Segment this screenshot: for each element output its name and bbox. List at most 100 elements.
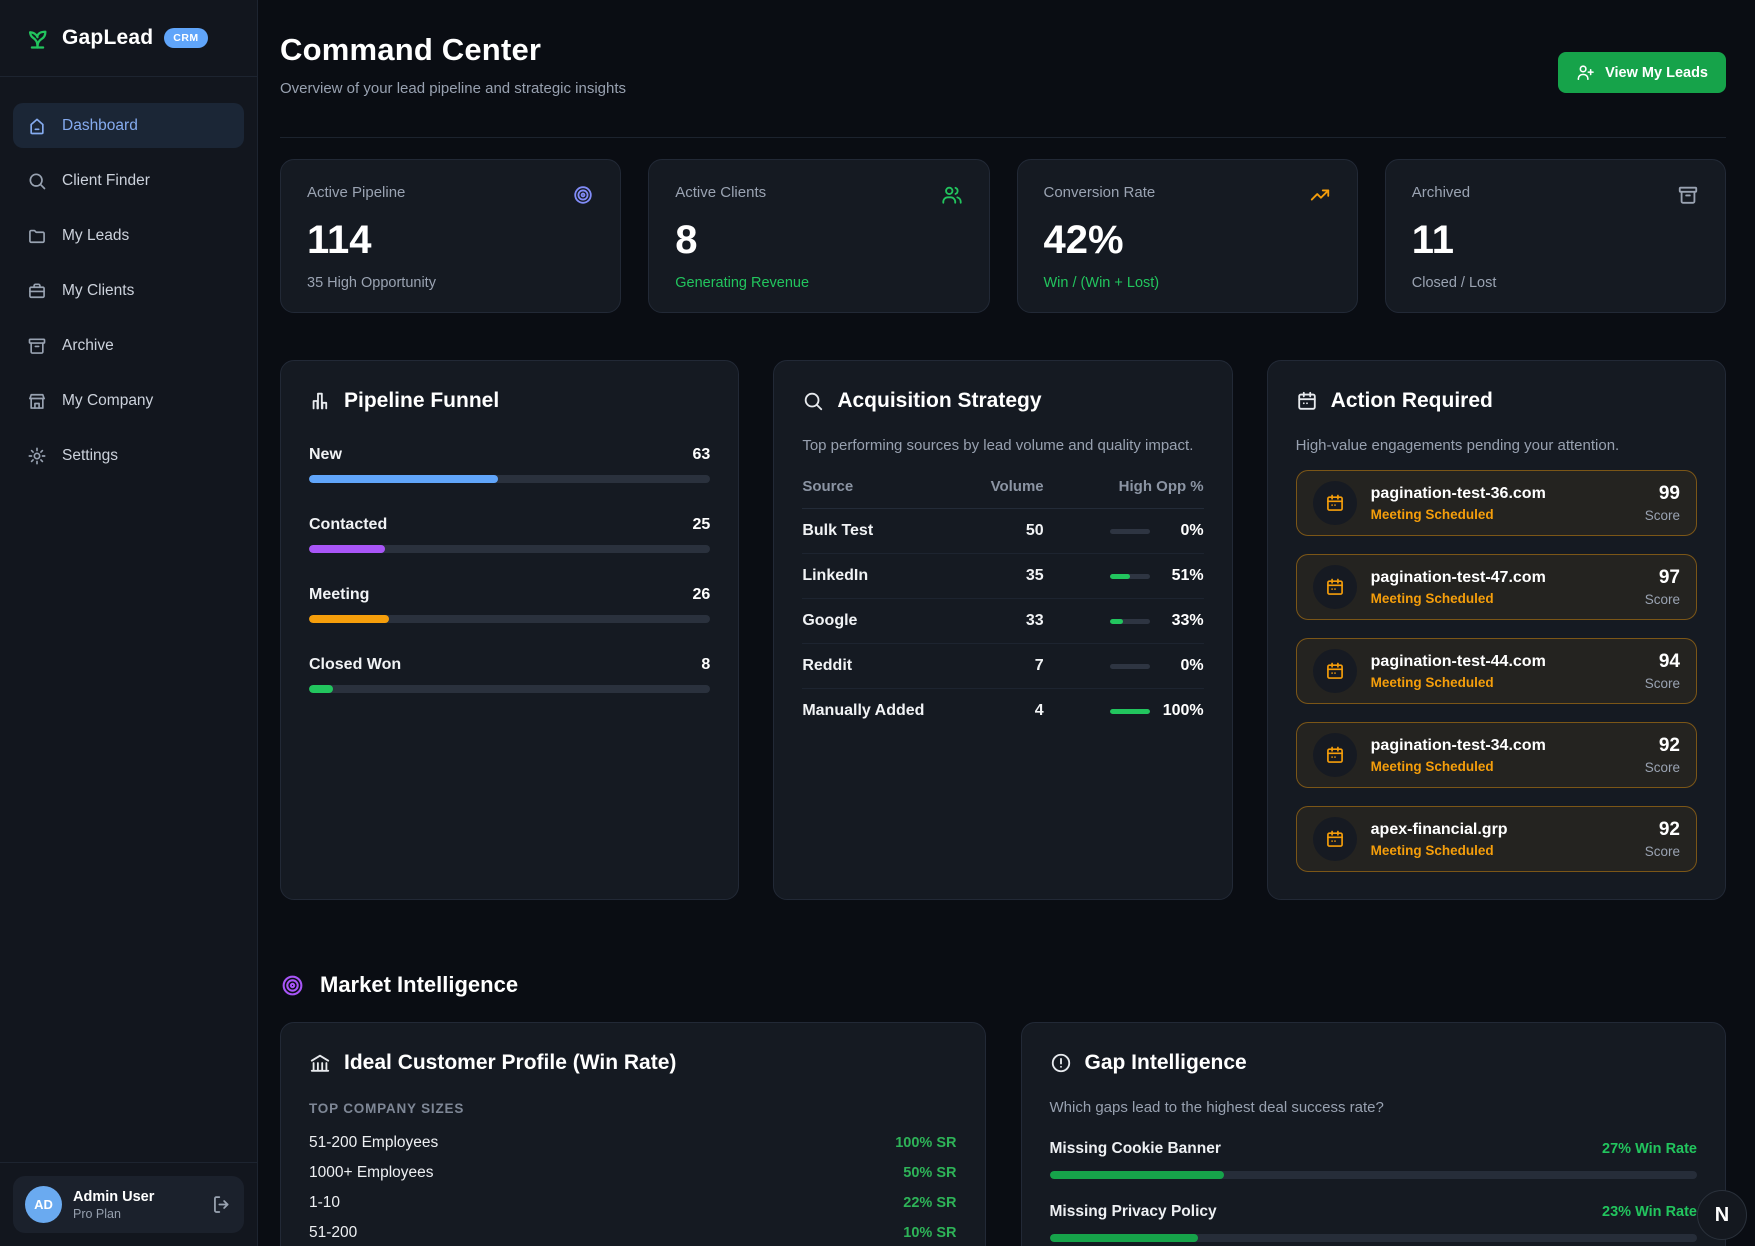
acquisition-strategy-card: Acquisition Strategy Top performing sour… — [773, 360, 1232, 900]
sidebar-item-dashboard[interactable]: Dashboard — [13, 103, 244, 148]
action-item[interactable]: pagination-test-34.comMeeting Scheduled … — [1296, 722, 1697, 788]
sidebar-item-label: My Leads — [62, 227, 129, 245]
sidebar-item-my-company[interactable]: My Company — [13, 378, 244, 423]
bar-chart-icon — [309, 390, 331, 412]
stat-value: 11 — [1412, 220, 1699, 260]
sidebar-item-my-clients[interactable]: My Clients — [13, 268, 244, 313]
sidebar-item-client-finder[interactable]: Client Finder — [13, 158, 244, 203]
panel-title: Ideal Customer Profile (Win Rate) — [344, 1051, 676, 1075]
funnel-stage-contacted: Contacted25 — [309, 516, 710, 553]
list-item: 51-20010% SR — [309, 1218, 957, 1246]
stat-card-archived: Archived 11 Closed / Lost — [1385, 159, 1726, 313]
search-icon — [27, 171, 47, 191]
stat-value: 8 — [675, 220, 962, 260]
floating-n-button[interactable]: N — [1697, 1190, 1747, 1240]
middle-row: Pipeline Funnel New63 Contacted25 Meetin… — [280, 360, 1726, 900]
sidebar-item-label: Client Finder — [62, 172, 150, 190]
funnel-stage-meeting: Meeting26 — [309, 586, 710, 623]
table-row: Manually Added 4 100% — [802, 689, 1203, 733]
action-item[interactable]: pagination-test-47.comMeeting Scheduled … — [1296, 554, 1697, 620]
sidebar-item-settings[interactable]: Settings — [13, 433, 244, 478]
stat-value: 114 — [307, 220, 594, 260]
archive-icon — [1677, 184, 1699, 206]
section-title: Market Intelligence — [320, 972, 518, 998]
panel-title: Gap Intelligence — [1085, 1051, 1247, 1075]
market-intelligence-heading: Market Intelligence — [280, 972, 1726, 998]
landmark-icon — [309, 1052, 331, 1074]
stat-card-active-clients: Active Clients 8 Generating Revenue — [648, 159, 989, 313]
header-divider — [280, 137, 1726, 138]
sidebar-item-archive[interactable]: Archive — [13, 323, 244, 368]
table-row: Reddit 7 0% — [802, 644, 1203, 689]
stat-value: 42% — [1044, 220, 1331, 260]
table-row: LinkedIn 35 51% — [802, 554, 1203, 599]
stat-sub: Win / (Win + Lost) — [1044, 275, 1331, 291]
gap-bar — [1050, 1234, 1199, 1242]
action-item[interactable]: pagination-test-36.comMeeting Scheduled … — [1296, 470, 1697, 536]
user-card[interactable]: AD Admin User Pro Plan — [13, 1176, 244, 1233]
brand-name: GapLead — [62, 26, 153, 50]
alert-circle-icon — [1050, 1052, 1072, 1074]
gap-item: Missing Cookie Banner27% Win Rate — [1050, 1140, 1698, 1179]
sidebar-item-label: My Company — [62, 392, 153, 410]
sprout-logo-icon — [24, 25, 51, 52]
page-header: Command Center Overview of your lead pip… — [280, 32, 1726, 97]
panel-subtitle: Which gaps lead to the highest deal succ… — [1050, 1099, 1698, 1116]
bottom-row: Ideal Customer Profile (Win Rate) TOP CO… — [280, 1022, 1726, 1246]
app-window: GapLead CRM Dashboard Client Finder M — [0, 0, 1755, 1246]
target-icon — [280, 973, 305, 998]
gap-item: Missing Privacy Policy23% Win Rate — [1050, 1203, 1698, 1242]
funnel-bar — [309, 615, 389, 623]
ideal-customer-profile-card: Ideal Customer Profile (Win Rate) TOP CO… — [280, 1022, 986, 1246]
stats-row: Active Pipeline 114 35 High Opportunity … — [280, 159, 1726, 313]
stat-sub: Generating Revenue — [675, 275, 962, 291]
calendar-icon — [1313, 733, 1357, 777]
table-row: Google 33 33% — [802, 599, 1203, 644]
calendar-icon — [1313, 565, 1357, 609]
target-icon — [572, 184, 594, 206]
action-item[interactable]: apex-financial.grpMeeting Scheduled 92Sc… — [1296, 806, 1697, 872]
calendar-icon — [1313, 481, 1357, 525]
panel-title: Pipeline Funnel — [344, 389, 499, 413]
panel-title: Acquisition Strategy — [837, 389, 1041, 413]
panel-subtitle: Top performing sources by lead volume an… — [802, 437, 1203, 454]
sidebar-nav: Dashboard Client Finder My Leads My Clie… — [0, 77, 257, 488]
group-label: TOP COMPANY SIZES — [309, 1101, 957, 1116]
logout-icon[interactable] — [211, 1194, 232, 1215]
page-subtitle: Overview of your lead pipeline and strat… — [280, 80, 626, 97]
sidebar-item-label: Dashboard — [62, 117, 138, 135]
sidebar-item-label: My Clients — [62, 282, 134, 300]
funnel-bar — [309, 545, 385, 553]
avatar: AD — [25, 1186, 62, 1223]
calendar-icon — [1296, 390, 1318, 412]
funnel-stage-new: New63 — [309, 446, 710, 483]
gap-bar — [1050, 1171, 1225, 1179]
user-name: Admin User — [73, 1189, 154, 1205]
sidebar: GapLead CRM Dashboard Client Finder M — [0, 0, 258, 1246]
gap-intelligence-card: Gap Intelligence Which gaps lead to the … — [1021, 1022, 1727, 1246]
sidebar-item-label: Archive — [62, 337, 114, 355]
folder-icon — [27, 226, 47, 246]
calendar-icon — [1313, 817, 1357, 861]
stat-sub: Closed / Lost — [1412, 275, 1699, 291]
panel-subtitle: High-value engagements pending your atte… — [1296, 437, 1697, 454]
briefcase-icon — [27, 281, 47, 301]
trending-up-icon — [1309, 184, 1331, 206]
action-list: pagination-test-36.comMeeting Scheduled … — [1296, 470, 1697, 872]
funnel-stage-closed-won: Closed Won8 — [309, 656, 710, 693]
user-plan: Pro Plan — [73, 1207, 154, 1221]
users-icon — [941, 184, 963, 206]
list-item: 1000+ Employees50% SR — [309, 1158, 957, 1188]
panel-title: Action Required — [1331, 389, 1493, 413]
list-item: 51-200 Employees100% SR — [309, 1128, 957, 1158]
action-item[interactable]: pagination-test-44.comMeeting Scheduled … — [1296, 638, 1697, 704]
sidebar-item-my-leads[interactable]: My Leads — [13, 213, 244, 258]
brand: GapLead CRM — [0, 0, 257, 77]
archive-icon — [27, 336, 47, 356]
icp-rows: 51-200 Employees100% SR 1000+ Employees5… — [309, 1128, 957, 1246]
user-plus-icon — [1576, 63, 1595, 82]
view-my-leads-button[interactable]: View My Leads — [1558, 52, 1726, 93]
search-icon — [802, 390, 824, 412]
home-icon — [27, 116, 47, 136]
stat-card-active-pipeline: Active Pipeline 114 35 High Opportunity — [280, 159, 621, 313]
